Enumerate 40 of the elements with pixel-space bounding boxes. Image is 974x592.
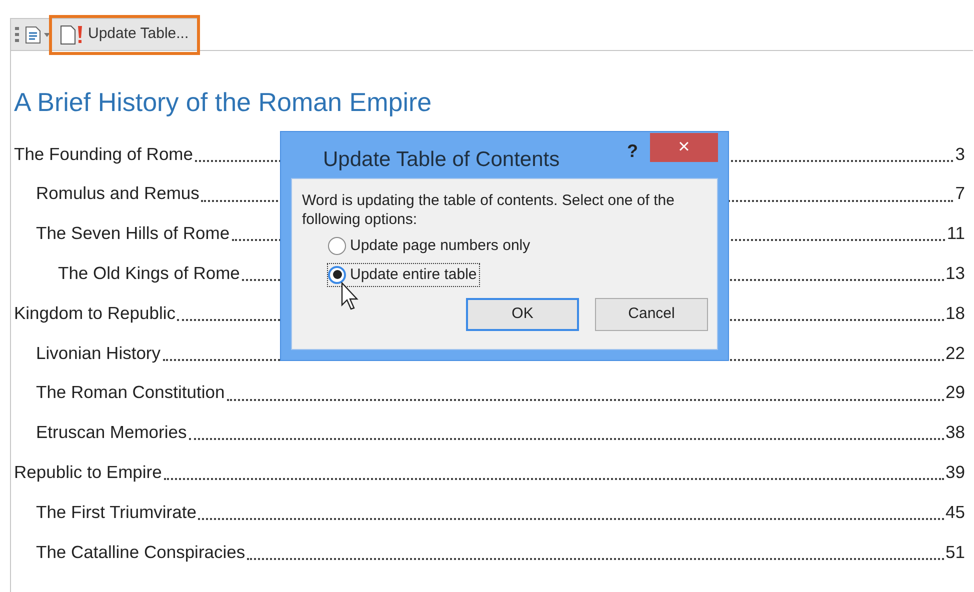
radio-option[interactable]: Update entire table	[328, 264, 479, 286]
toc-entry-title: The First Triumvirate	[36, 500, 196, 524]
document-icon	[25, 26, 41, 44]
mouse-pointer-icon	[341, 282, 359, 310]
toc-entry-title: The Old Kings of Rome	[58, 262, 240, 285]
dialog-button[interactable]: OK	[466, 298, 579, 331]
radio-option[interactable]: Update page numbers only	[328, 235, 532, 258]
document-heading: A Brief History of the Roman Empire	[14, 86, 433, 119]
toc-entry-title: Republic to Empire	[14, 460, 162, 484]
update-table-button[interactable]: Update Table...	[56, 22, 193, 48]
toc-page-number: 39	[946, 460, 965, 484]
toc-entry-title: The Roman Constitution	[36, 381, 225, 404]
toc-entry-title: The Seven Hills of Rome	[36, 222, 230, 246]
close-button[interactable]: ×	[650, 133, 718, 162]
toc-page-number: 7	[955, 182, 965, 206]
grip-icon	[15, 26, 19, 42]
toc-entry-title: Livonian History	[36, 342, 160, 365]
toc-entry-title: The Founding of Rome	[14, 142, 193, 166]
toc-page-number: 18	[946, 302, 965, 325]
toc-page-number: 51	[946, 540, 965, 564]
toc-page-number: 11	[946, 222, 965, 246]
toc-entry-title: The Catalline Conspiracies	[36, 540, 246, 564]
toc-entry-title: Romulus and Remus	[36, 182, 200, 206]
dialog-message: Word is updating the table of contents. Select one of the following options:	[302, 191, 676, 229]
radio-button[interactable]	[328, 237, 346, 256]
toc-page-number: 3	[955, 142, 965, 166]
toc-page-number: 38	[946, 421, 965, 444]
dialog-title: Update Table of Contents	[323, 147, 560, 173]
help-button[interactable]: ?	[627, 138, 638, 165]
toc-page-number: 45	[946, 500, 965, 524]
dialog-button[interactable]: Cancel	[595, 298, 708, 331]
radio-button[interactable]	[328, 266, 346, 284]
toc-page-number: 22	[946, 342, 965, 365]
caret-icon	[44, 32, 50, 36]
toc-entry-title: Etruscan Memories	[36, 421, 187, 444]
document-menu-button[interactable]	[25, 26, 50, 44]
page-warning-icon	[60, 24, 84, 44]
toc-page-number: 29	[946, 381, 965, 404]
toc-page-number: 13	[946, 262, 965, 285]
toc-entry-title: Kingdom to Republic	[14, 302, 176, 325]
